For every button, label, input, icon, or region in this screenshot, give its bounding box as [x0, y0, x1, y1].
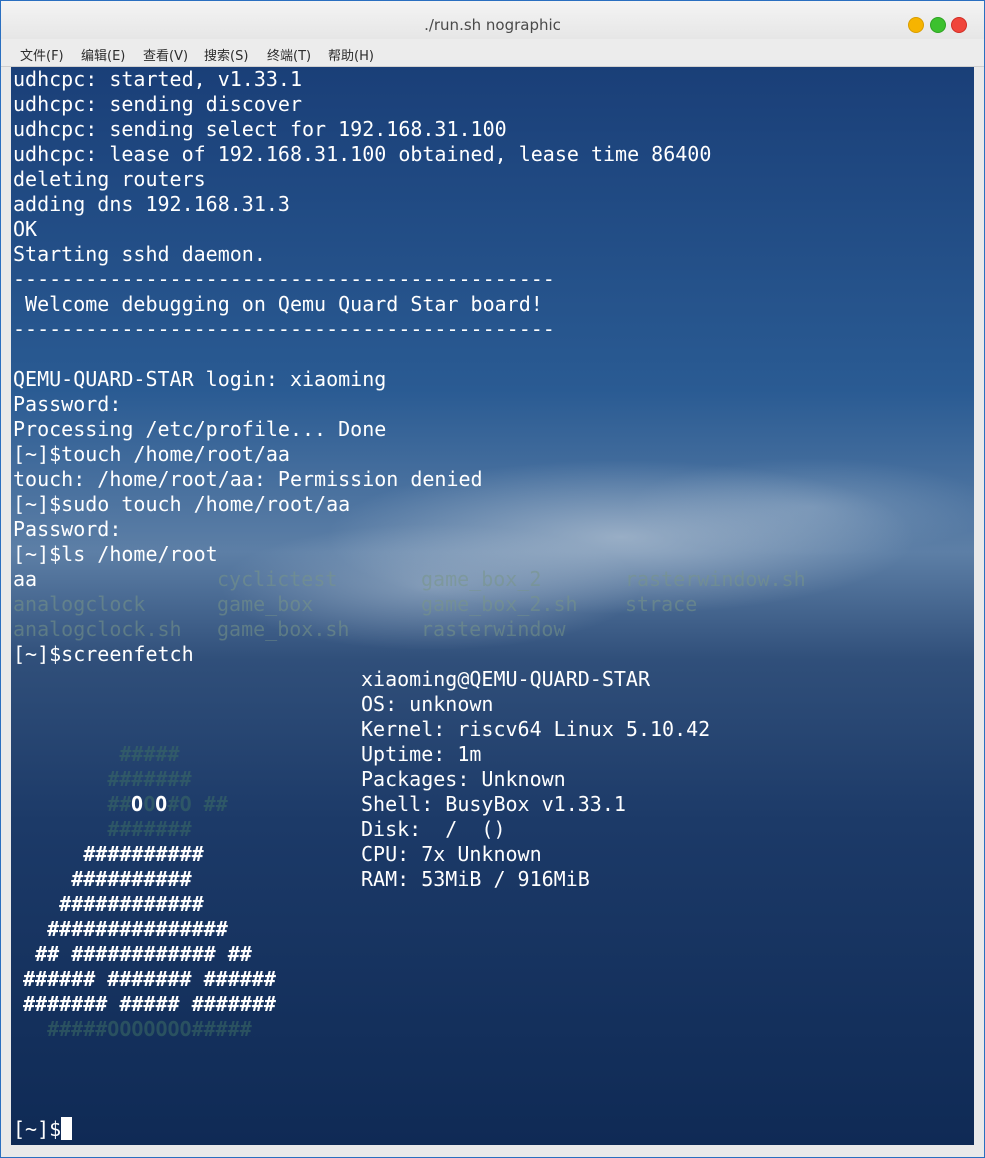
screenfetch-info: Packages: Unknown	[361, 767, 566, 791]
menu-help[interactable]: 帮助(H)	[328, 45, 374, 64]
terminal-line: Processing /etc/profile... Done	[13, 417, 387, 441]
logo-line: ###############	[11, 917, 228, 941]
ls-row: aa cyclictest game_box_2 rasterwindow.sh	[13, 567, 806, 592]
terminal-line: udhcpc: started, v1.33.1	[13, 67, 302, 91]
logo-line: #######	[11, 767, 192, 791]
logo-line: #####	[11, 742, 180, 766]
close-button[interactable]	[951, 17, 967, 33]
terminal-line: [~]$touch /home/root/aa	[13, 442, 290, 466]
ls-entry: game_box_2.sh	[421, 592, 578, 616]
terminal-line: udhcpc: sending discover	[13, 92, 302, 116]
terminal-line: [~]$ls /home/root	[13, 542, 218, 566]
ls-entry: rasterwindow.sh	[625, 567, 806, 591]
terminal-line: QEMU-QUARD-STAR login: xiaoming	[13, 367, 387, 391]
logo-eyes: O O	[131, 792, 168, 816]
terminal-window: ./run.sh nographic 文件(F) 编辑(E) 查看(V) 搜索(…	[0, 0, 985, 1158]
ls-entry: rasterwindow	[421, 617, 566, 641]
ls-entry: game_box.sh	[217, 617, 350, 641]
ls-entry: aa	[13, 567, 38, 591]
logo-line: ##########	[11, 867, 192, 891]
maximize-button[interactable]	[930, 17, 946, 33]
terminal-line: adding dns 192.168.31.3	[13, 192, 290, 216]
screenfetch-info: Shell: BusyBox v1.33.1	[361, 792, 626, 816]
ls-row: analogclock game_box game_box_2.sh strac…	[13, 592, 697, 617]
logo-line: #######	[11, 817, 192, 841]
text-cursor	[61, 1117, 73, 1140]
ls-entry: game_box_2	[421, 567, 542, 591]
window-title: ./run.sh nographic	[424, 16, 561, 34]
screenfetch-user-host: xiaoming@QEMU-QUARD-STAR	[361, 667, 650, 691]
menu-file[interactable]: 文件(F)	[20, 45, 64, 64]
terminal-line: touch: /home/root/aa: Permission denied	[13, 467, 483, 491]
terminal-line: Starting sshd daemon.	[13, 242, 266, 266]
ls-entry: game_box	[217, 592, 314, 616]
shell-prompt[interactable]: [~]$	[13, 1117, 73, 1142]
ls-entry: analogclock.sh	[13, 617, 182, 641]
terminal-output[interactable]: udhcpc: started, v1.33.1 udhcpc: sending…	[11, 67, 974, 1145]
screenfetch-info: RAM: 53MiB / 916MiB	[361, 867, 590, 891]
screenfetch-info: Uptime: 1m	[361, 742, 482, 766]
logo-line: ## O #O ##	[11, 792, 228, 816]
screenfetch-info: Kernel: riscv64 Linux 5.10.42	[361, 717, 711, 741]
terminal-line: Password:	[13, 392, 122, 416]
minimize-button[interactable]	[908, 17, 924, 33]
ls-entry: analogclock	[13, 592, 146, 616]
logo-line: ###### ####### ######	[23, 967, 276, 991]
terminal-line: udhcpc: sending select for 192.168.31.10…	[13, 117, 507, 141]
menu-terminal[interactable]: 终端(T)	[267, 45, 311, 64]
ls-entry: strace	[625, 592, 698, 616]
menu-edit[interactable]: 编辑(E)	[81, 45, 125, 64]
logo-line: ##########	[11, 842, 204, 866]
screenfetch-info: CPU: 7x Unknown	[361, 842, 542, 866]
terminal-line: OK	[13, 217, 38, 241]
prompt-text: [~]$	[13, 1117, 62, 1141]
menu-view[interactable]: 查看(V)	[143, 45, 188, 64]
ls-entry: cyclictest	[217, 567, 338, 591]
screenfetch-info: Disk: / ()	[361, 817, 506, 841]
terminal-line: ----------------------------------------…	[13, 317, 555, 341]
terminal-line: Welcome debugging on Qemu Quard Star boa…	[13, 292, 543, 316]
terminal-line: udhcpc: lease of 192.168.31.100 obtained…	[13, 142, 712, 166]
menu-search[interactable]: 搜索(S)	[204, 45, 248, 64]
logo-line: ############	[11, 892, 204, 916]
terminal-line: [~]$sudo touch /home/root/aa	[13, 492, 351, 516]
logo-line: ####### ##### #######	[23, 992, 276, 1016]
menu-bar: 文件(F) 编辑(E) 查看(V) 搜索(S) 终端(T) 帮助(H)	[1, 39, 984, 67]
ls-row: analogclock.sh game_box.sh rasterwindow	[13, 617, 566, 642]
logo-line: #####OOOOOOO#####	[23, 1017, 252, 1041]
title-bar[interactable]: ./run.sh nographic	[1, 1, 984, 39]
terminal-line: ----------------------------------------…	[13, 267, 555, 291]
terminal-line: [~]$screenfetch	[13, 642, 194, 666]
terminal-line: deleting routers	[13, 167, 206, 191]
screenfetch-info: OS: unknown	[361, 692, 494, 716]
terminal-line: Password:	[13, 517, 122, 541]
logo-line: ## ############ ##	[11, 942, 252, 966]
